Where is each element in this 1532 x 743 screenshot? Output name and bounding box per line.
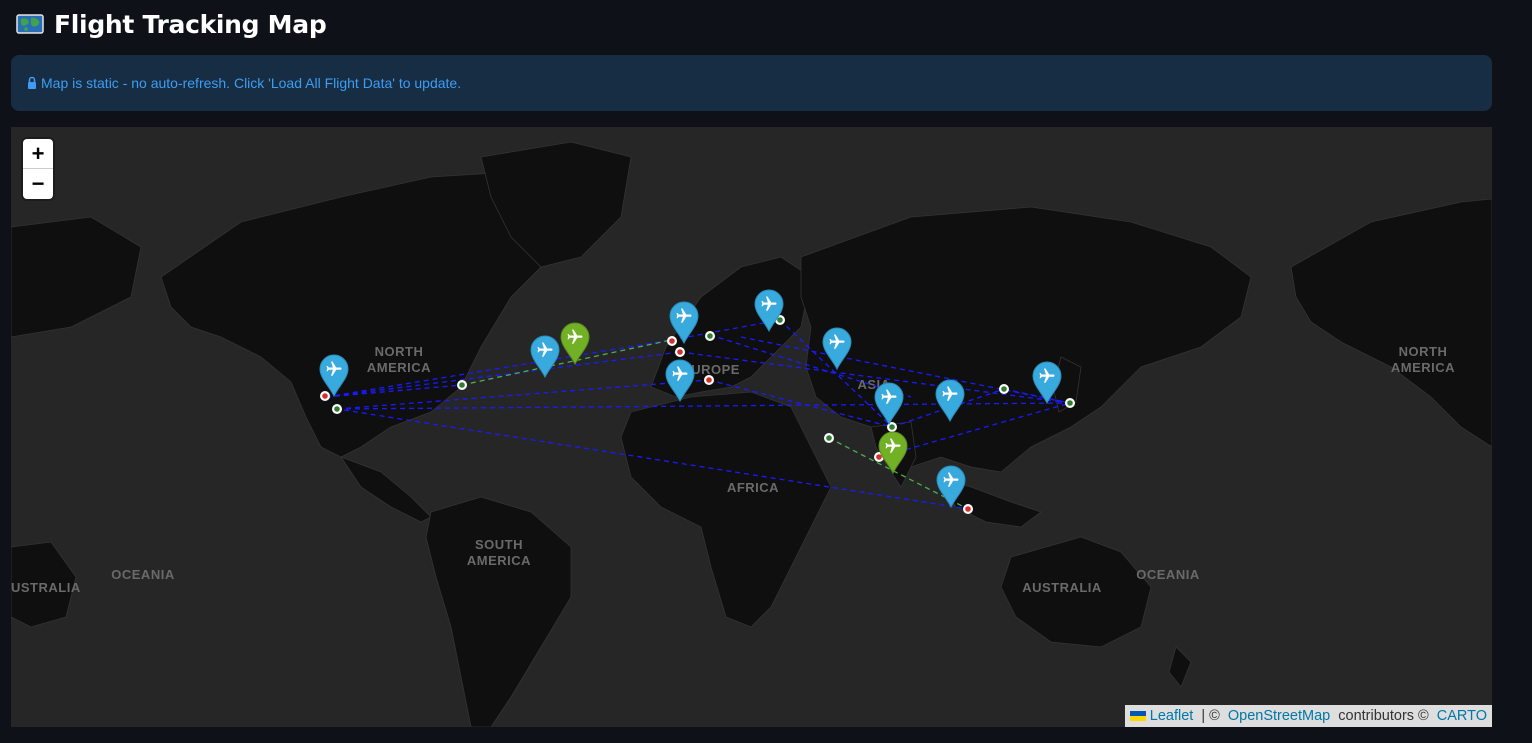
land-south-america <box>425 496 572 727</box>
page-header: Flight Tracking Map <box>16 6 327 42</box>
dest-dot <box>320 391 330 401</box>
origin-dot <box>332 404 342 414</box>
label-oceania-west: OCEANIA <box>111 567 175 582</box>
label-north-america-east: NORTH <box>1399 344 1448 359</box>
land-asia <box>800 206 1252 473</box>
attribution-contributors: contributors © <box>1334 708 1433 724</box>
lock-icon <box>28 76 36 89</box>
ukraine-flag-icon <box>1129 711 1146 721</box>
zoom-control: + − <box>23 139 53 199</box>
leaflet-link[interactable]: Leaflet <box>1150 705 1194 727</box>
flight-marker-green <box>560 322 590 366</box>
osm-link[interactable]: OpenStreetMap <box>1228 705 1330 727</box>
dest-dot <box>675 347 685 357</box>
flight-map[interactable]: NORTH AMERICA EUROPE ASIA AFRICA SOUTH A… <box>11 127 1492 727</box>
land-new-zealand <box>1168 646 1192 688</box>
origin-dot <box>1065 398 1075 408</box>
label-north-america-east-2: AMERICA <box>1391 360 1455 375</box>
origin-dot <box>824 433 834 443</box>
world-map-icon <box>16 14 44 34</box>
landmasses <box>11 141 1492 727</box>
map-attribution: Leaflet | © OpenStreetMap contributors ©… <box>1124 705 1492 727</box>
origin-dot <box>705 331 715 341</box>
label-south-america-2: AMERICA <box>467 553 531 568</box>
zoom-in-button[interactable]: + <box>23 139 53 169</box>
label-africa: AFRICA <box>727 480 779 495</box>
dest-dot <box>704 375 714 385</box>
zoom-out-button[interactable]: − <box>23 169 53 199</box>
label-australia: AUSTRALIA <box>1022 580 1102 595</box>
map-canvas[interactable]: NORTH AMERICA EUROPE ASIA AFRICA SOUTH A… <box>11 127 1492 727</box>
land-africa <box>620 391 832 628</box>
label-south-america: SOUTH <box>475 537 523 552</box>
label-australia-west-edge: USTRALIA <box>11 580 81 595</box>
info-banner: Map is static - no auto-refresh. Click '… <box>11 55 1492 111</box>
dest-dot <box>963 504 973 514</box>
land-north-america-repeat <box>1290 198 1492 448</box>
page-title: Flight Tracking Map <box>54 9 327 39</box>
info-text: Map is static - no auto-refresh. Click '… <box>41 75 462 91</box>
carto-link[interactable]: CARTO <box>1437 705 1487 727</box>
label-north-america-west-2: AMERICA <box>367 360 431 375</box>
dest-dot <box>667 336 677 346</box>
label-north-america-west: NORTH <box>375 344 424 359</box>
attribution-separator: | © <box>1197 708 1224 724</box>
label-oceania-east: OCEANIA <box>1136 567 1200 582</box>
origin-dot <box>457 380 467 390</box>
land-asia-repeat <box>11 216 142 338</box>
origin-dot <box>999 384 1009 394</box>
land-central-america <box>339 456 432 523</box>
